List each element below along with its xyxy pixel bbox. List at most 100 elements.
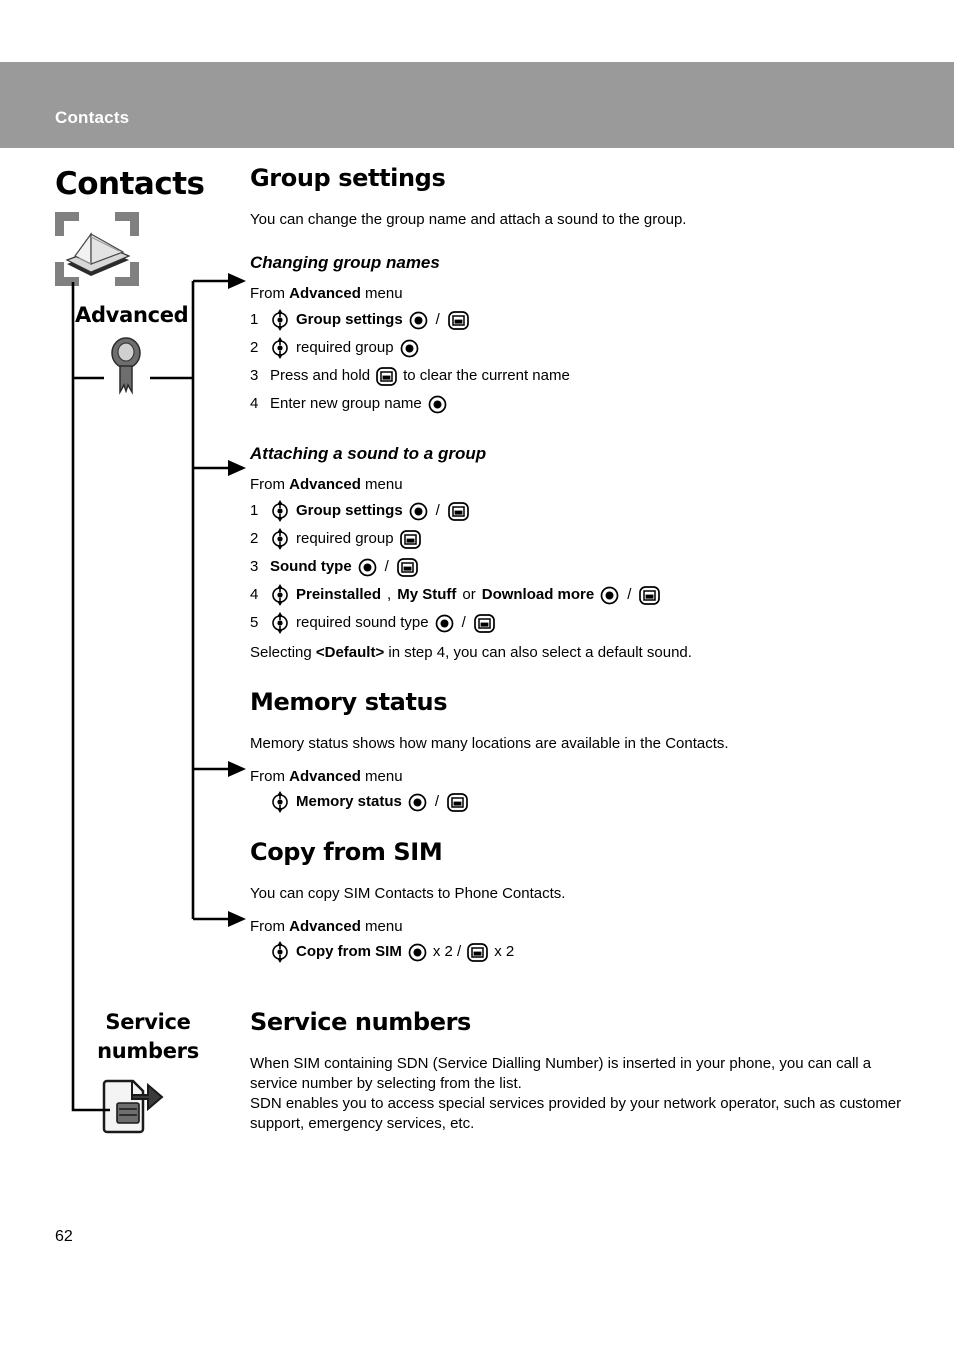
navigation-key-icon [270,791,290,813]
select-key-icon [428,395,447,414]
step-number: 2 [250,530,259,547]
from-menu-line: From Advanced menu [250,476,910,493]
step-item: 1 Group settings / [250,306,910,334]
from-prefix: From [250,285,290,302]
step-list-memory-status: Memory status / [250,788,910,816]
step-text: / [435,311,440,328]
step-item: 4 Enter new group name [250,390,910,418]
sim-card-arrow-icon [97,1073,169,1135]
from-prefix: From [250,476,290,493]
step-text: , [387,586,392,603]
step-number: 1 [250,311,259,328]
service-paragraph-2: SDN enables you to access special servic… [250,1095,902,1132]
navigation-key-icon [270,941,290,963]
subsection-heading: Attaching a sound to a group [250,444,487,463]
step-text: / [384,558,389,575]
step-item: 4 Preinstalled, My Stuff or Download more / [250,581,910,609]
select-key-icon [409,311,428,330]
step-item: 2 required group [250,525,910,553]
subsection-heading: Changing group names [250,253,440,272]
back-key-icon [376,366,397,386]
step-text: / [627,586,632,603]
select-key-icon [600,586,619,605]
step-number: 1 [250,502,259,519]
from-menu-name: Advanced [289,768,361,785]
note-suffix: in step 4, you can also select a default… [384,644,692,661]
step-text: / [435,502,440,519]
header-title: Contacts [55,108,130,127]
step-text: Press and hold [270,367,371,384]
from-menu-line: From Advanced menu [250,768,910,785]
section-heading: Group settings [250,164,446,192]
note-prefix: Selecting [250,644,316,661]
step-text: to clear the current name [403,367,570,384]
step-text: or [462,586,476,603]
step-item: Memory status / [250,788,910,816]
step-text: x 2 [494,943,515,960]
section-intro: Memory status shows how many locations a… [250,735,729,752]
step-menu-label: My Stuff [397,586,457,603]
navigation-key-icon [270,337,290,359]
step-list-copy-from-sim: Copy from SIM x 2 / x 2 [250,938,910,966]
service-paragraph-1: When SIM containing SDN (Service Diallin… [250,1055,872,1092]
navigation-key-icon [270,309,290,331]
section-intro: You can change the group name and attach… [250,211,687,228]
navigation-key-icon [270,612,290,634]
step-item: 5 required sound type / [250,609,910,637]
step-text: Enter new group name [270,395,422,412]
section-copy-from-sim: Copy from SIM You can copy SIM Contacts … [250,838,910,966]
step-menu-label: Group settings [296,502,403,519]
from-menu-line: From Advanced menu [250,918,910,935]
from-menu-name: Advanced [289,285,361,302]
chapter-nav-column: Contacts Advanced Service numbers [0,148,240,1148]
page-header-bar [0,62,954,148]
chapter-title: Contacts [55,166,205,202]
back-key-icon [399,529,421,549]
key-icon [105,336,147,398]
section-heading: Memory status [250,688,448,716]
step-number: 4 [250,586,259,603]
step-menu-label: Download more [481,586,595,603]
select-key-icon [358,558,377,577]
back-key-icon [447,792,468,812]
step-number: 2 [250,339,259,356]
step-text: required sound type [296,614,429,631]
back-key-icon [467,942,489,962]
step-menu-label: Group settings [296,311,403,328]
from-suffix: menu [360,768,403,785]
back-key-icon [473,613,495,633]
nav-item-service-numbers: Service numbers [97,1010,199,1063]
back-key-icon [447,501,469,521]
from-prefix: From [250,768,290,785]
select-key-icon [435,614,454,633]
back-key-icon [447,310,469,330]
section-service-numbers: Service numbers When SIM containing SDN … [250,1008,915,1134]
select-key-icon [408,943,427,962]
step-number: 4 [250,395,259,412]
step-menu-label: Sound type [270,558,352,575]
from-menu-name: Advanced [289,476,361,493]
navigation-key-icon [270,528,290,550]
step-item: Copy from SIM x 2 / x 2 [250,938,910,966]
step-text: required group [296,339,394,356]
page-number: 62 [55,1228,73,1245]
section-heading: Service numbers [250,1008,471,1036]
section-group-settings: Group settings You can change the group … [250,164,910,663]
rolodex-card-file-icon [53,210,141,288]
step-item: 2 required group [250,334,910,362]
step-menu-label: Copy from SIM [296,943,402,960]
select-key-icon [408,793,427,812]
step-menu-label: Memory status [296,793,402,810]
step-text: / [461,614,466,631]
select-key-icon [409,502,428,521]
step-item: 3 Sound type / [250,553,910,581]
note-highlight: <Default> [315,644,385,661]
step-number: 3 [250,367,259,384]
step-item: 1 Group settings / [250,497,910,525]
from-menu-line: From Advanced menu [250,285,910,302]
section-memory-status: Memory status Memory status shows how ma… [250,688,910,816]
from-prefix: From [250,918,290,935]
step-list-attaching-sound: 1 Group settings / 2 required group 3 Sound ty… [250,497,910,637]
navigation-key-icon [270,500,290,522]
section-intro: You can copy SIM Contacts to Phone Conta… [250,885,566,902]
